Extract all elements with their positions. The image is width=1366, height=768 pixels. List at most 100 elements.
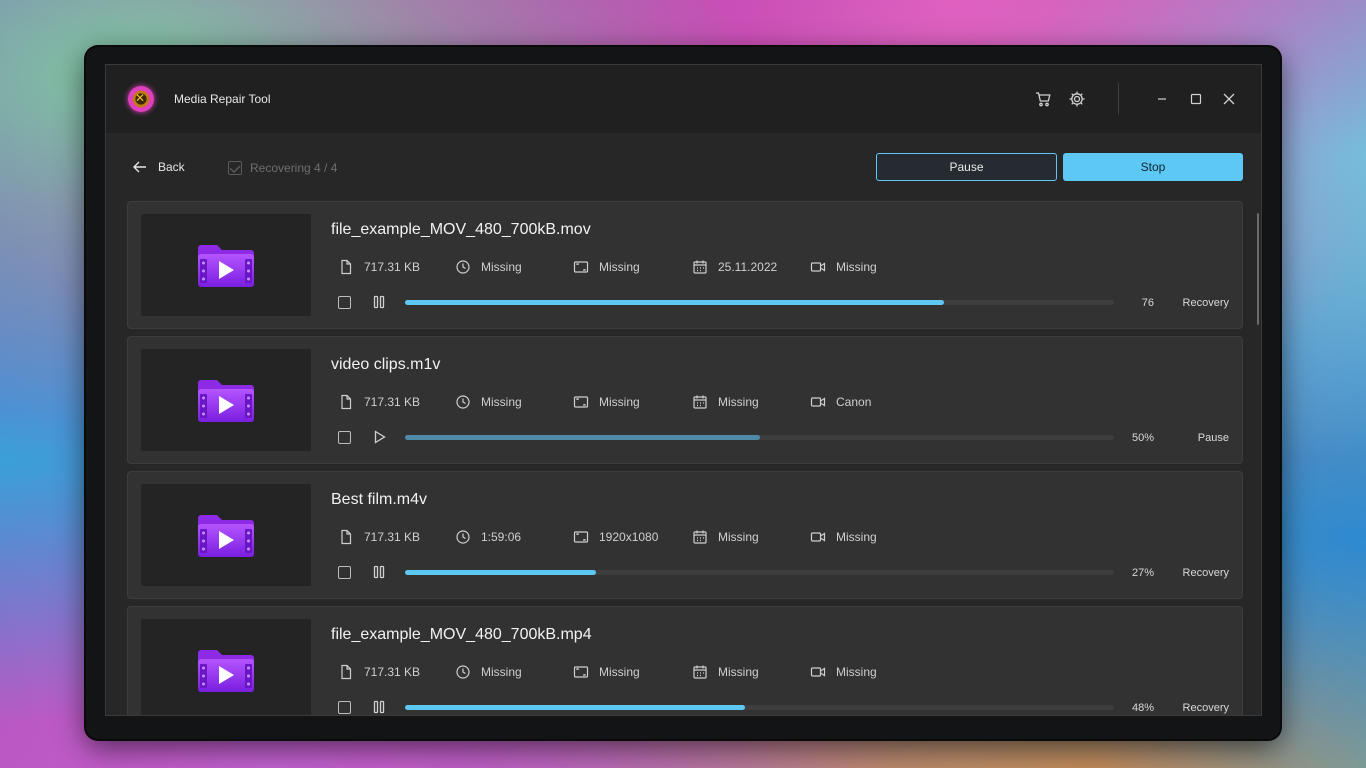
- file-name: file_example_MOV_480_700kB.mp4: [331, 626, 592, 643]
- meta-size: 717.31 KB: [338, 394, 420, 410]
- file-date: 25.11.2022: [718, 260, 778, 274]
- video-folder-icon: [198, 515, 254, 557]
- meta-camera: Missing: [810, 259, 877, 275]
- meta-resolution: Missing: [573, 394, 640, 410]
- titlebar-divider: [1118, 83, 1119, 115]
- meta-camera: Missing: [810, 664, 877, 680]
- scrollbar[interactable]: [1257, 213, 1259, 325]
- play-icon: [374, 430, 386, 444]
- file-thumbnail: [141, 484, 311, 586]
- pause-button[interactable]: [371, 699, 387, 715]
- meta-camera: Canon: [810, 394, 871, 410]
- meta-camera: Missing: [810, 529, 877, 545]
- meta-size: 717.31 KB: [338, 529, 420, 545]
- calendar-icon: [693, 260, 707, 274]
- file-camera: Missing: [836, 665, 877, 679]
- gear-icon[interactable]: [1068, 90, 1086, 108]
- row-checkbox[interactable]: [338, 701, 351, 714]
- meta-duration: Missing: [455, 394, 522, 410]
- file-camera: Canon: [836, 395, 872, 409]
- app-title: Media Repair Tool: [174, 92, 271, 106]
- pause-button[interactable]: [371, 564, 387, 580]
- file-camera: Missing: [836, 260, 877, 274]
- pause-all-button[interactable]: Pause: [876, 153, 1057, 181]
- resolution-icon: [573, 261, 589, 273]
- file-date: Missing: [718, 395, 759, 409]
- back-button[interactable]: Back: [132, 159, 185, 175]
- file-card: file_example_MOV_480_700kB.mov 717.31 KB…: [127, 201, 1243, 329]
- maximize-icon[interactable]: [1187, 90, 1205, 108]
- file-resolution: Missing: [599, 665, 640, 679]
- pause-icon: [373, 295, 385, 309]
- file-card: file_example_MOV_480_700kB.mp4 717.31 KB…: [127, 606, 1243, 715]
- row-checkbox[interactable]: [338, 431, 351, 444]
- clock-icon: [456, 665, 470, 679]
- app-logo-icon: ✕: [128, 86, 154, 112]
- file-name: Best film.m4v: [331, 491, 428, 508]
- file-icon: [341, 529, 352, 545]
- video-folder-icon: [198, 380, 254, 422]
- progress-bar: [405, 705, 1114, 710]
- title-bar: ✕ Media Repair Tool: [106, 65, 1261, 133]
- resolution-icon: [573, 666, 589, 678]
- app-window: ✕ Media Repair Tool Back Recovering 4 / …: [105, 64, 1262, 716]
- file-name: video clips.m1v: [331, 356, 441, 373]
- progress-bar: [405, 570, 1114, 575]
- close-icon[interactable]: [1220, 90, 1238, 108]
- resume-button[interactable]: [371, 429, 387, 445]
- file-size: 717.31 KB: [364, 530, 421, 544]
- calendar-icon: [693, 530, 707, 544]
- progress-percent: 76: [1141, 297, 1154, 309]
- row-checkbox[interactable]: [338, 296, 351, 309]
- progress-bar-fill: [405, 300, 944, 305]
- file-duration: Missing: [481, 260, 522, 274]
- video-camera-icon: [810, 262, 826, 272]
- progress-percent: 27%: [1131, 567, 1154, 579]
- calendar-icon: [693, 395, 707, 409]
- file-name: file_example_MOV_480_700kB.mov: [331, 221, 591, 238]
- recovering-status: Recovering 4 / 4: [228, 161, 337, 175]
- file-resolution: 1920x1080: [599, 530, 659, 544]
- file-date: Missing: [718, 665, 759, 679]
- stop-button[interactable]: Stop: [1063, 153, 1243, 181]
- row-checkbox[interactable]: [338, 566, 351, 579]
- resolution-icon: [573, 396, 589, 408]
- cart-icon[interactable]: [1034, 90, 1052, 108]
- pause-icon: [373, 700, 385, 714]
- calendar-icon: [693, 665, 707, 679]
- meta-date: Missing: [692, 394, 759, 410]
- file-card: video clips.m1v 717.31 KB Missing Missin…: [127, 336, 1243, 464]
- file-thumbnail: [141, 619, 311, 715]
- file-duration: Missing: [481, 665, 522, 679]
- file-duration: 1:59:06: [481, 530, 522, 544]
- meta-resolution: Missing: [573, 259, 640, 275]
- clock-icon: [456, 260, 470, 274]
- recovery-state: Recovery: [1182, 702, 1229, 714]
- video-camera-icon: [810, 397, 826, 407]
- meta-date: 25.11.2022: [692, 259, 777, 275]
- progress-percent: 50%: [1131, 432, 1154, 444]
- file-icon: [341, 664, 352, 680]
- file-thumbnail: [141, 349, 311, 451]
- arrow-left-icon: [133, 161, 146, 173]
- progress-bar-fill: [405, 705, 746, 710]
- file-icon: [341, 394, 352, 410]
- recovering-status-label: Recovering 4 / 4: [250, 161, 338, 175]
- pause-button[interactable]: [371, 294, 387, 310]
- recovery-state: Recovery: [1182, 297, 1229, 309]
- progress-bar-fill: [405, 435, 760, 440]
- progress-bar: [405, 300, 1114, 305]
- video-folder-icon: [198, 650, 254, 692]
- meta-size: 717.31 KB: [338, 259, 420, 275]
- file-size: 717.31 KB: [364, 395, 421, 409]
- meta-duration: Missing: [455, 259, 522, 275]
- clock-icon: [456, 530, 470, 544]
- file-list: file_example_MOV_480_700kB.mov 717.31 KB…: [127, 201, 1243, 715]
- file-camera: Missing: [836, 530, 877, 544]
- minimize-icon[interactable]: [1153, 90, 1171, 108]
- pause-icon: [373, 565, 385, 579]
- file-thumbnail: [141, 214, 311, 316]
- meta-resolution: Missing: [573, 664, 640, 680]
- progress-bar: [405, 435, 1114, 440]
- meta-date: Missing: [692, 664, 759, 680]
